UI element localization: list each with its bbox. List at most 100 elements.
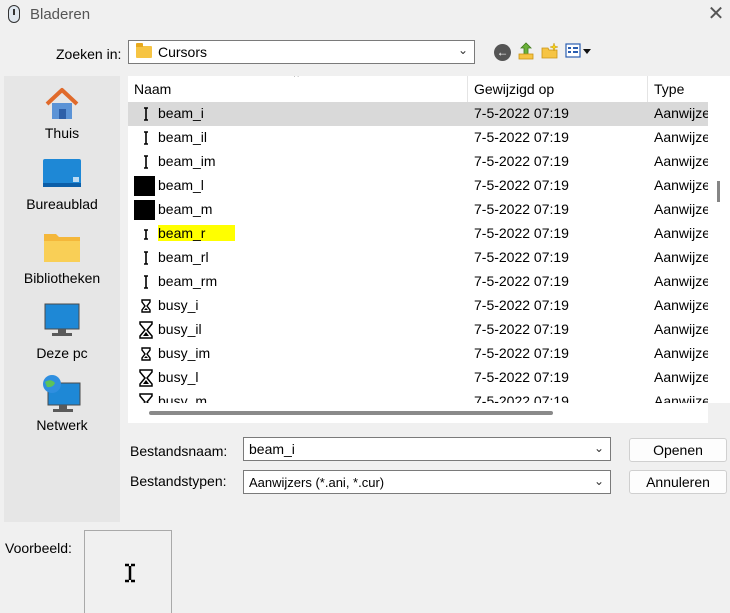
file-modified: 7-5-2022 07:19 — [474, 249, 569, 265]
libraries-icon — [44, 234, 80, 262]
file-type: Aanwijzer — [654, 345, 708, 361]
file-modified: 7-5-2022 07:19 — [474, 393, 569, 403]
file-row[interactable]: busy_i 7-5-2022 07:19 Aanwijzer — [128, 294, 708, 318]
file-modified: 7-5-2022 07:19 — [474, 225, 569, 241]
column-type[interactable]: Type — [654, 81, 684, 97]
hourglass-cursor-icon — [136, 344, 156, 364]
file-name: busy_l — [158, 369, 199, 385]
file-modified: 7-5-2022 07:19 — [474, 129, 569, 145]
filename-input[interactable]: beam_i ⌄ — [243, 437, 611, 461]
place-bibliotheken[interactable]: Bibliotheken — [4, 228, 120, 286]
vertical-scroll-thumb[interactable] — [717, 181, 720, 202]
file-row[interactable]: busy_l 7-5-2022 07:19 Aanwijzer — [128, 366, 708, 390]
file-type: Aanwijzer — [654, 225, 708, 241]
hourglass-cursor-icon — [136, 392, 156, 403]
view-menu-icon[interactable] — [565, 42, 593, 60]
file-name: busy_il — [158, 321, 202, 337]
file-type: Aanwijzer — [654, 153, 708, 169]
column-modified[interactable]: Gewijzigd op — [474, 81, 554, 97]
horizontal-scroll-thumb[interactable] — [149, 411, 553, 415]
file-name: beam_m — [158, 201, 213, 217]
file-modified: 7-5-2022 07:19 — [474, 321, 569, 337]
file-type: Aanwijzer — [654, 273, 708, 289]
this-pc-icon — [44, 303, 80, 336]
file-modified: 7-5-2022 07:19 — [474, 153, 569, 169]
ibeam-cursor-icon — [136, 128, 156, 148]
file-type: Aanwijzer — [654, 201, 708, 217]
preview-label: Voorbeeld: — [5, 540, 72, 556]
folder-icon — [136, 43, 152, 58]
up-one-level-icon[interactable] — [517, 42, 535, 60]
file-row[interactable]: beam_rm 7-5-2022 07:19 Aanwijzer — [128, 270, 708, 294]
place-label: Deze pc — [36, 345, 88, 361]
file-name: beam_rl — [158, 249, 209, 265]
place-netwerk[interactable]: Netwerk — [4, 374, 120, 433]
file-row[interactable]: beam_r 7-5-2022 07:19 Aanwijzer — [128, 222, 708, 246]
ibeam-cursor-icon — [136, 104, 156, 124]
file-type: Aanwijzer — [654, 129, 708, 145]
file-row[interactable]: beam_il 7-5-2022 07:19 Aanwijzer — [128, 126, 708, 150]
title-bar: Bladeren ✕ — [0, 0, 730, 30]
file-type: Aanwijzer — [654, 177, 708, 193]
place-thuis[interactable]: Thuis — [4, 82, 120, 141]
place-label: Thuis — [44, 125, 80, 141]
column-header-row: ^ Naam Gewijzigd op Type — [128, 76, 708, 102]
file-row[interactable]: beam_rl 7-5-2022 07:19 Aanwijzer — [128, 246, 708, 270]
file-name: beam_il — [158, 129, 208, 145]
column-separator[interactable] — [647, 76, 648, 102]
file-row[interactable]: beam_i 7-5-2022 07:19 Aanwijzer — [128, 102, 708, 126]
window-title: Bladeren — [30, 6, 91, 23]
file-type: Aanwijzer — [654, 369, 708, 385]
file-modified: 7-5-2022 07:19 — [474, 201, 569, 217]
file-name: beam_r — [158, 225, 236, 241]
hourglass-cursor-icon — [136, 320, 156, 340]
file-row[interactable]: busy_im 7-5-2022 07:19 Aanwijzer — [128, 342, 708, 366]
look-in-label: Zoeken in: — [56, 46, 122, 62]
vertical-scrollbar[interactable] — [708, 76, 730, 403]
place-label: Netwerk — [36, 417, 88, 433]
place-label: Bibliotheken — [23, 270, 101, 286]
file-modified: 7-5-2022 07:19 — [474, 273, 569, 289]
hourglass-cursor-icon — [136, 368, 156, 388]
file-name: beam_im — [158, 153, 216, 169]
ibeam-cursor-icon — [136, 152, 156, 172]
filetype-dropdown[interactable]: Aanwijzers (*.ani, *.cur) ⌄ — [243, 470, 611, 494]
file-type: Aanwijzer — [654, 297, 708, 313]
file-row[interactable]: beam_im 7-5-2022 07:19 Aanwijzer — [128, 150, 708, 174]
chevron-down-icon[interactable]: ⌄ — [594, 441, 604, 455]
file-name: busy_m — [158, 393, 208, 403]
close-button[interactable]: ✕ — [702, 2, 730, 28]
file-name: busy_im — [158, 345, 211, 361]
column-separator[interactable] — [467, 76, 468, 102]
mouse-icon — [8, 5, 20, 23]
place-bureaublad[interactable]: Bureaublad — [4, 156, 120, 212]
new-folder-icon[interactable] — [541, 42, 559, 60]
file-type: Aanwijzer — [654, 105, 708, 121]
desktop-icon — [43, 159, 81, 187]
column-name[interactable]: Naam — [134, 81, 171, 97]
look-in-value: Cursors — [158, 44, 208, 60]
back-arrow-icon[interactable]: ← — [494, 44, 511, 61]
black-cursor-icon — [134, 200, 155, 220]
file-type: Aanwijzer — [654, 321, 708, 337]
file-row[interactable]: beam_l 7-5-2022 07:19 Aanwijzer — [128, 174, 708, 198]
look-in-dropdown[interactable]: Cursors ⌄ — [128, 40, 475, 64]
chevron-down-icon: ⌄ — [457, 43, 468, 57]
file-list[interactable]: ^ Naam Gewijzigd op Type beam_i 7-5-2022 … — [128, 76, 708, 403]
file-row[interactable]: busy_il 7-5-2022 07:19 Aanwijzer — [128, 318, 708, 342]
file-name: busy_i — [158, 297, 199, 313]
ibeam-cursor-preview-icon — [125, 563, 135, 583]
filename-value[interactable]: beam_i — [249, 441, 295, 457]
file-type: Aanwijzer — [654, 249, 708, 265]
file-type: Aanwijzer — [654, 393, 708, 403]
file-row[interactable]: busy_m 7-5-2022 07:19 Aanwijzer — [128, 390, 708, 403]
preview-pane — [84, 530, 172, 613]
file-row[interactable]: beam_m 7-5-2022 07:19 Aanwijzer — [128, 198, 708, 222]
open-button[interactable]: Openen — [629, 438, 727, 462]
place-deze-pc[interactable]: Deze pc — [4, 302, 120, 361]
network-icon — [43, 375, 81, 412]
file-modified: 7-5-2022 07:19 — [474, 345, 569, 361]
black-cursor-icon — [134, 176, 155, 196]
cancel-button[interactable]: Annuleren — [629, 470, 727, 494]
filetype-label: Bestandstypen: — [130, 473, 227, 489]
